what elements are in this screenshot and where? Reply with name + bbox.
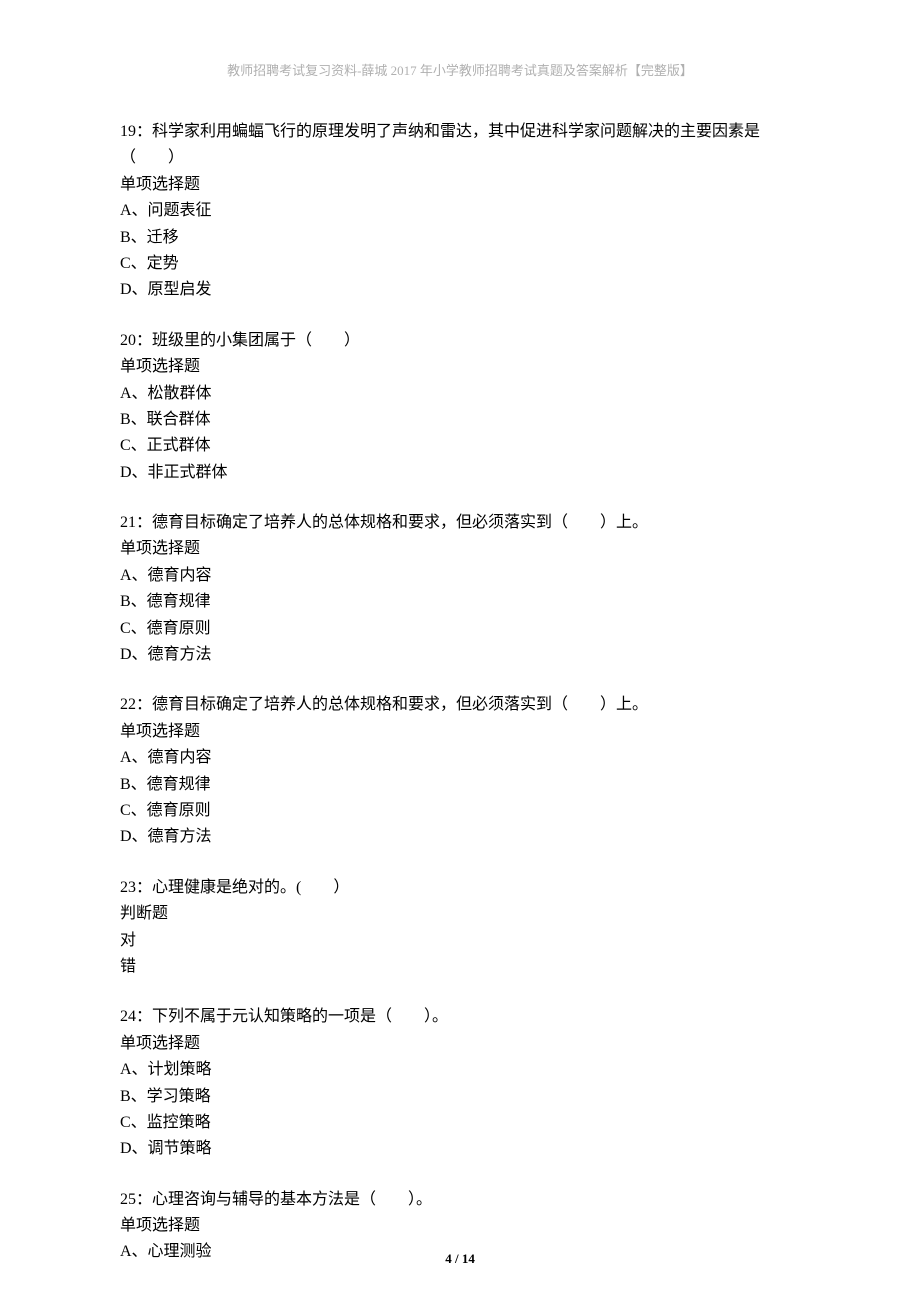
page-number-total: 14 xyxy=(462,1251,475,1266)
question-type: 单项选择题 xyxy=(120,354,800,380)
question-text: 25：心理咨询与辅导的基本方法是（ ）。 xyxy=(120,1187,800,1213)
content-body: 19：科学家利用蝙蝠飞行的原理发明了声纳和雷达，其中促进科学家问题解决的主要因素… xyxy=(120,119,800,1266)
option-c: C、德育原则 xyxy=(120,616,800,642)
page-number-sep: / xyxy=(452,1251,462,1266)
question-23: 23：心理健康是绝对的。( ） 判断题 对 错 xyxy=(120,875,800,981)
question-text: 23：心理健康是绝对的。( ） xyxy=(120,875,800,901)
option-b: B、联合群体 xyxy=(120,407,800,433)
question-type: 单项选择题 xyxy=(120,172,800,198)
question-text: 19：科学家利用蝙蝠飞行的原理发明了声纳和雷达，其中促进科学家问题解决的主要因素… xyxy=(120,119,800,172)
option-b: B、德育规律 xyxy=(120,589,800,615)
option-c: C、正式群体 xyxy=(120,433,800,459)
question-type: 判断题 xyxy=(120,901,800,927)
option-a: A、问题表征 xyxy=(120,198,800,224)
option-d: D、非正式群体 xyxy=(120,460,800,486)
question-text: 20：班级里的小集团属于（ ） xyxy=(120,328,800,354)
option-d: D、德育方法 xyxy=(120,824,800,850)
option-c: C、监控策略 xyxy=(120,1110,800,1136)
option-true: 对 xyxy=(120,928,800,954)
option-c: C、定势 xyxy=(120,251,800,277)
option-a: A、松散群体 xyxy=(120,381,800,407)
option-false: 错 xyxy=(120,954,800,980)
question-20: 20：班级里的小集团属于（ ） 单项选择题 A、松散群体 B、联合群体 C、正式… xyxy=(120,328,800,486)
option-a: A、德育内容 xyxy=(120,563,800,589)
question-text: 21：德育目标确定了培养人的总体规格和要求，但必须落实到（ ）上。 xyxy=(120,510,800,536)
question-type: 单项选择题 xyxy=(120,1213,800,1239)
option-d: D、德育方法 xyxy=(120,642,800,668)
option-b: B、迁移 xyxy=(120,225,800,251)
option-a: A、德育内容 xyxy=(120,745,800,771)
question-text: 24：下列不属于元认知策略的一项是（ ）。 xyxy=(120,1004,800,1030)
question-type: 单项选择题 xyxy=(120,719,800,745)
option-b: B、学习策略 xyxy=(120,1084,800,1110)
question-24: 24：下列不属于元认知策略的一项是（ ）。 单项选择题 A、计划策略 B、学习策… xyxy=(120,1004,800,1162)
option-c: C、德育原则 xyxy=(120,798,800,824)
question-type: 单项选择题 xyxy=(120,536,800,562)
option-d: D、调节策略 xyxy=(120,1136,800,1162)
question-22: 22：德育目标确定了培养人的总体规格和要求，但必须落实到（ ）上。 单项选择题 … xyxy=(120,692,800,850)
question-text: 22：德育目标确定了培养人的总体规格和要求，但必须落实到（ ）上。 xyxy=(120,692,800,718)
question-type: 单项选择题 xyxy=(120,1031,800,1057)
question-21: 21：德育目标确定了培养人的总体规格和要求，但必须落实到（ ）上。 单项选择题 … xyxy=(120,510,800,668)
page-footer: 4 / 14 xyxy=(0,1251,920,1267)
question-19: 19：科学家利用蝙蝠飞行的原理发明了声纳和雷达，其中促进科学家问题解决的主要因素… xyxy=(120,119,800,304)
option-a: A、计划策略 xyxy=(120,1057,800,1083)
option-b: B、德育规律 xyxy=(120,772,800,798)
option-d: D、原型启发 xyxy=(120,277,800,303)
page-header: 教师招聘考试复习资料-薛城 2017 年小学教师招聘考试真题及答案解析【完整版】 xyxy=(120,60,800,79)
